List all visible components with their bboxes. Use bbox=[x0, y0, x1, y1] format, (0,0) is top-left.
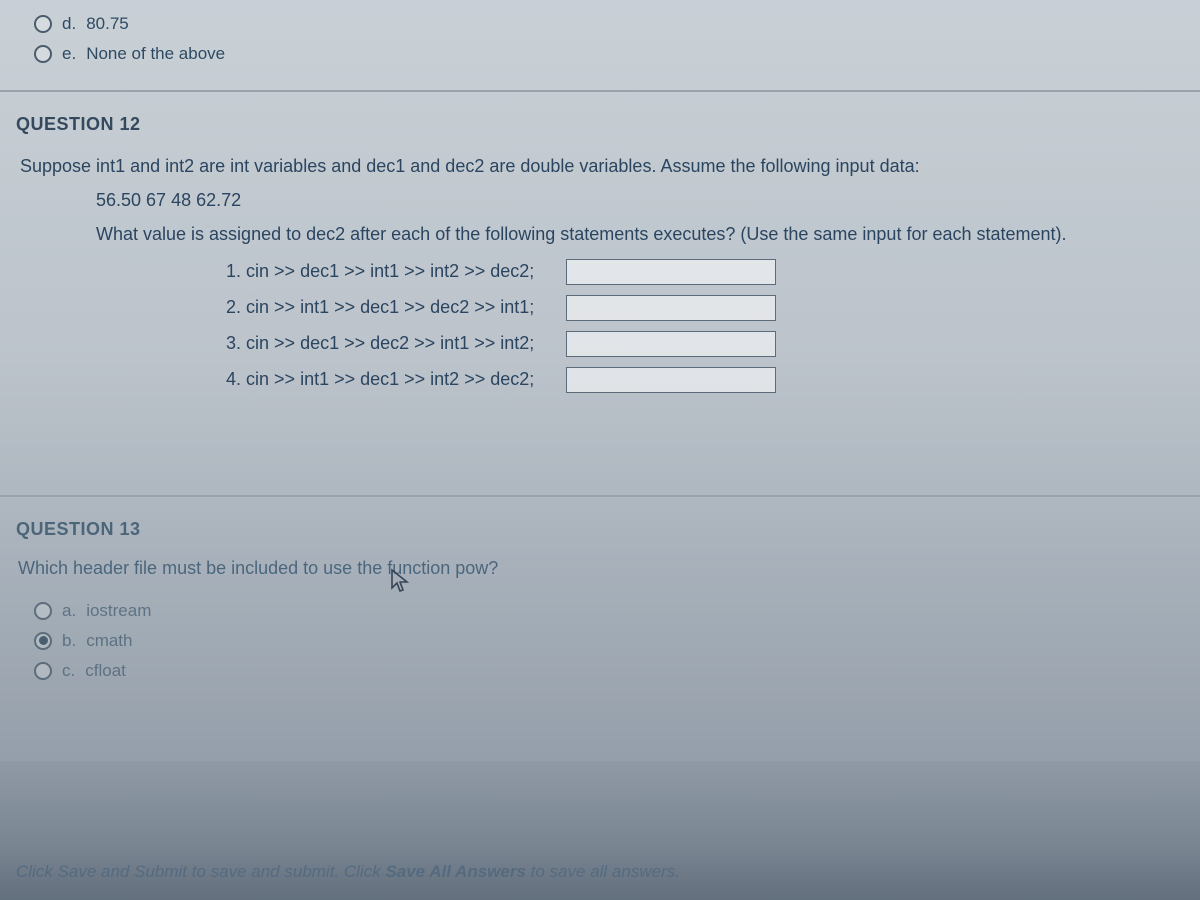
q12-answer-input-4[interactable] bbox=[566, 367, 776, 393]
option-text: cfloat bbox=[85, 661, 126, 681]
option-letter: e. bbox=[62, 44, 76, 64]
q12-statement-1: 1. cin >> dec1 >> int1 >> int2 >> dec2; bbox=[226, 259, 1184, 285]
radio-icon[interactable] bbox=[34, 602, 52, 620]
q11-option-e[interactable]: e. None of the above bbox=[34, 44, 1184, 64]
q13-option-c[interactable]: c. cfloat bbox=[34, 661, 1184, 681]
question-12-panel: QUESTION 12 Suppose int1 and int2 are in… bbox=[0, 90, 1200, 495]
question-11-partial: d. 80.75 e. None of the above bbox=[0, 0, 1200, 90]
q12-statement-3: 3. cin >> dec1 >> dec2 >> int1 >> int2; bbox=[226, 331, 1184, 357]
option-text: iostream bbox=[86, 601, 151, 621]
footer-text-1: Click Save and Submit to save and submit… bbox=[16, 862, 385, 881]
option-letter: c. bbox=[62, 661, 75, 681]
q12-statement-2: 2. cin >> int1 >> dec1 >> dec2 >> int1; bbox=[226, 295, 1184, 321]
option-text: None of the above bbox=[86, 44, 225, 64]
q12-statements: 1. cin >> dec1 >> int1 >> int2 >> dec2; … bbox=[226, 259, 1184, 393]
q13-option-b[interactable]: b. cmath bbox=[34, 631, 1184, 651]
radio-icon[interactable] bbox=[34, 15, 52, 33]
statement-label: 2. cin >> int1 >> dec1 >> dec2 >> int1; bbox=[226, 297, 556, 318]
q12-statement-4: 4. cin >> int1 >> dec1 >> int2 >> dec2; bbox=[226, 367, 1184, 393]
footer-instructions: Click Save and Submit to save and submit… bbox=[0, 848, 1200, 900]
q12-answer-input-2[interactable] bbox=[566, 295, 776, 321]
statement-label: 1. cin >> dec1 >> int1 >> int2 >> dec2; bbox=[226, 261, 556, 282]
option-letter: b. bbox=[62, 631, 76, 651]
statement-label: 4. cin >> int1 >> dec1 >> int2 >> dec2; bbox=[226, 369, 556, 390]
q13-option-a[interactable]: a. iostream bbox=[34, 601, 1184, 621]
radio-icon[interactable] bbox=[34, 662, 52, 680]
q12-prompt-line1: Suppose int1 and int2 are int variables … bbox=[20, 153, 1180, 181]
option-letter: d. bbox=[62, 14, 76, 34]
q12-prompt-line2: What value is assigned to dec2 after eac… bbox=[96, 221, 1180, 249]
radio-icon[interactable] bbox=[34, 45, 52, 63]
question-12-title: QUESTION 12 bbox=[16, 114, 1184, 135]
q12-input-data: 56.50 67 48 62.72 bbox=[96, 187, 1180, 215]
question-13-panel: QUESTION 13 Which header file must be in… bbox=[0, 495, 1200, 761]
q11-option-d[interactable]: d. 80.75 bbox=[34, 14, 1184, 34]
footer-emphasis: Save All Answers bbox=[385, 862, 525, 881]
footer-text-2: to save all answers. bbox=[531, 862, 680, 881]
option-letter: a. bbox=[62, 601, 76, 621]
option-text: 80.75 bbox=[86, 14, 129, 34]
q12-answer-input-1[interactable] bbox=[566, 259, 776, 285]
question-13-title: QUESTION 13 bbox=[16, 519, 1184, 540]
option-text: cmath bbox=[86, 631, 132, 651]
q13-prompt: Which header file must be included to us… bbox=[18, 558, 1184, 579]
statement-label: 3. cin >> dec1 >> dec2 >> int1 >> int2; bbox=[226, 333, 556, 354]
radio-icon[interactable] bbox=[34, 632, 52, 650]
q12-answer-input-3[interactable] bbox=[566, 331, 776, 357]
